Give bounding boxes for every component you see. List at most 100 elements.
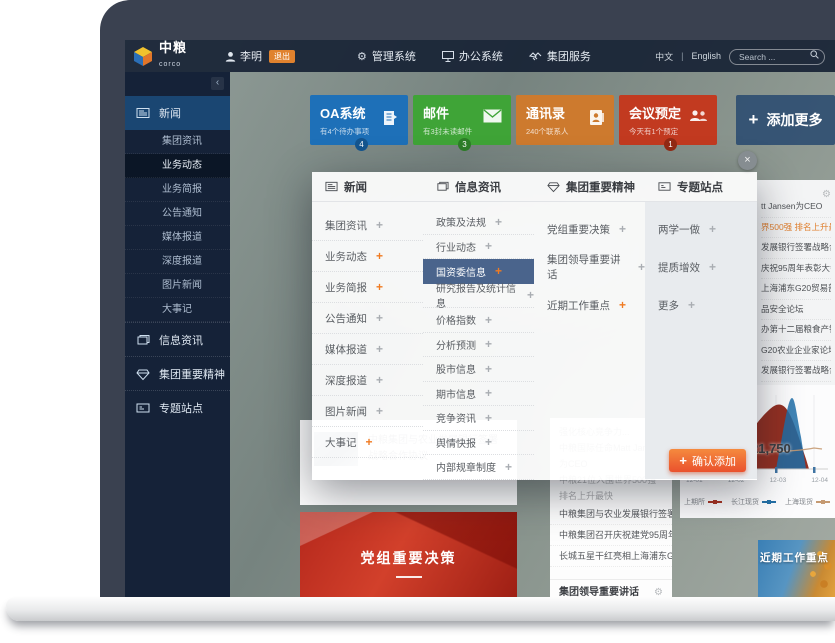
news-headline[interactable]: 上海浦东G20贸易部... — [761, 279, 831, 300]
sidebar-section-news[interactable]: 新闻 — [125, 96, 230, 130]
addable-item[interactable]: 集团领导重要讲话+ — [534, 248, 645, 286]
badge-count: 4 — [355, 138, 368, 151]
addable-item[interactable]: 研究报告及统计信息+ — [423, 284, 534, 309]
plus-icon: + — [485, 411, 492, 425]
documents-icon — [436, 180, 449, 193]
sidebar-section-information[interactable]: 信息资讯 — [125, 322, 230, 356]
nav-group-services[interactable]: 集团服务 — [529, 48, 591, 64]
gear-icon[interactable]: ⚙ — [822, 189, 831, 200]
people-icon — [689, 109, 708, 124]
modal-close-button[interactable]: × — [738, 151, 757, 170]
plus-icon: + — [376, 311, 383, 325]
monitor-icon — [442, 51, 454, 62]
sidebar-item-media-reports[interactable]: 媒体报道 — [125, 226, 230, 250]
tile-mail[interactable]: 邮件 有3封未读邮件 3 — [413, 95, 511, 145]
recent-priorities-card[interactable]: 近期工作重点 — [758, 540, 835, 597]
addable-item[interactable]: 价格指数+ — [423, 308, 534, 333]
plus-icon: + — [485, 313, 492, 327]
news-headline[interactable]: 界500强 排名上升最快 — [761, 218, 831, 239]
plus-icon: + — [485, 386, 492, 400]
modal-column-header-news: 新闻 — [312, 172, 423, 201]
sidebar-item-notices[interactable]: 公告通知 — [125, 202, 230, 226]
nav-admin-system[interactable]: ⚙ 管理系统 — [357, 48, 416, 64]
lang-en[interactable]: English — [691, 51, 721, 61]
plus-icon: + — [619, 222, 626, 236]
addable-item[interactable]: 两学一做+ — [645, 210, 757, 248]
addable-item[interactable]: 舆情快报+ — [423, 431, 534, 456]
news-headline[interactable]: G20农业企业家论坛 — [761, 341, 831, 362]
sidebar-item-business-updates[interactable]: 业务动态 — [125, 154, 230, 178]
document-icon — [381, 109, 399, 127]
addable-item[interactable]: 业务动态+ — [312, 241, 423, 272]
tile-contacts[interactable]: 通讯录 240个联系人 — [516, 95, 614, 145]
sidebar-item-milestones[interactable]: 大事记 — [125, 298, 230, 322]
plus-icon: + — [505, 460, 512, 474]
addable-item[interactable]: 提质增效+ — [645, 248, 757, 286]
news-headline[interactable]: 庆祝95周年表彰大会 — [761, 259, 831, 280]
addable-item[interactable]: 股市信息+ — [423, 357, 534, 382]
nav-office-system[interactable]: 办公系统 — [442, 48, 503, 64]
sidebar-section-group-spirit[interactable]: 集团重要精神 — [125, 356, 230, 390]
plus-icon: + — [485, 239, 492, 253]
modal-column-special-sites: 两学一做+ 提质增效+ 更多+ — [645, 202, 757, 479]
addable-item[interactable]: 深度报道+ — [312, 365, 423, 396]
addable-item[interactable]: 公告通知+ — [312, 303, 423, 334]
tile-add-more[interactable]: + 添加更多 — [736, 95, 835, 145]
site-monitor-icon — [658, 180, 671, 193]
list-item[interactable]: 长城五星干红亮相上海浦东G20贸易部... — [550, 546, 672, 567]
addable-item[interactable]: 业务简报+ — [312, 272, 423, 303]
plus-icon: + — [485, 362, 492, 376]
plus-icon: + — [638, 260, 645, 274]
addable-item[interactable]: 竞争资讯+ — [423, 406, 534, 431]
sidebar-item-indepth-reports[interactable]: 深度报道 — [125, 250, 230, 274]
addable-item[interactable]: 党组重要决策+ — [534, 210, 645, 248]
sidebar-section-special-sites[interactable]: 专题站点 — [125, 390, 230, 424]
sidebar-collapse-button[interactable]: ‹ — [211, 77, 224, 90]
modal-column-group-spirit: 党组重要决策+ 集团领导重要讲话+ 近期工作重点+ — [534, 202, 645, 479]
plus-icon: + — [709, 222, 716, 236]
addable-item[interactable]: 图片新闻+ — [312, 396, 423, 427]
page: 中粮corco 李明 退出 ⚙ 管理系统 办公系统 — [0, 0, 835, 643]
addable-item[interactable]: 近期工作重点+ — [534, 286, 645, 324]
user-name: 李明 — [240, 48, 262, 64]
search-icon[interactable] — [810, 50, 819, 59]
sidebar-item-business-brief[interactable]: 业务简报 — [125, 178, 230, 202]
list-item[interactable]: 中粮集团召开庆祝建党95周年表彰大会 — [550, 525, 672, 546]
logo[interactable]: 中粮corco — [125, 42, 225, 71]
addable-item[interactable]: 行业动态+ — [423, 235, 534, 260]
badge-count: 3 — [458, 138, 471, 151]
plus-icon: + — [749, 110, 759, 130]
news-headline[interactable]: 发展银行签署战略合作... — [761, 238, 831, 259]
plus-icon: + — [619, 298, 626, 312]
addable-item[interactable]: 大事记+ — [312, 427, 423, 458]
plus-icon: + — [376, 249, 383, 263]
tile-meeting-booking[interactable]: 会议预定 今天有1个预定 1 — [619, 95, 717, 145]
addable-item[interactable]: 政策及法规+ — [423, 210, 534, 235]
sidebar-item-group-news[interactable]: 集团资讯 — [125, 130, 230, 154]
lang-separator: | — [681, 51, 683, 61]
tile-oa-system[interactable]: OA系统 有4个待办事项 4 — [310, 95, 408, 145]
sidebar-item-photo-news[interactable]: 图片新闻 — [125, 274, 230, 298]
addable-item[interactable]: 分析预测+ — [423, 333, 534, 358]
addable-item[interactable]: 媒体报道+ — [312, 334, 423, 365]
list-item[interactable]: 中粮集团与农业发展银行签署战略合作... — [550, 504, 672, 525]
party-decisions-card[interactable]: 党组重要决策 — [300, 512, 517, 597]
legend-item: 上期所 — [684, 497, 722, 507]
newspaper-icon — [325, 180, 338, 193]
addable-item[interactable]: 期市信息+ — [423, 382, 534, 407]
logo-text: 中粮corco — [159, 42, 187, 71]
news-headline[interactable]: 办第十二届粮食产销协 — [761, 320, 831, 341]
news-headline[interactable]: 发展银行签署战略合作 — [761, 361, 831, 382]
user-icon — [225, 51, 236, 62]
addable-item[interactable]: 内部规章制度+ — [423, 455, 534, 480]
news-headline[interactable]: 品安全论坛 — [761, 300, 831, 321]
gear-icon[interactable]: ⚙ — [654, 580, 663, 597]
user-menu[interactable]: 李明 退出 — [225, 48, 295, 64]
lang-zh[interactable]: 中文 — [655, 50, 673, 63]
confirm-add-button[interactable]: + 确认添加 — [669, 449, 746, 472]
logout-button[interactable]: 退出 — [269, 50, 295, 63]
news-headline[interactable]: tt Jansen为CEO — [761, 197, 831, 218]
modal-column-information: 政策及法规+ 行业动态+ 国资委信息+ 研究报告及统计信息+ 价格指数+ 分析预… — [423, 202, 534, 479]
addable-item[interactable]: 更多+ — [645, 286, 757, 324]
addable-item[interactable]: 集团资讯+ — [312, 210, 423, 241]
